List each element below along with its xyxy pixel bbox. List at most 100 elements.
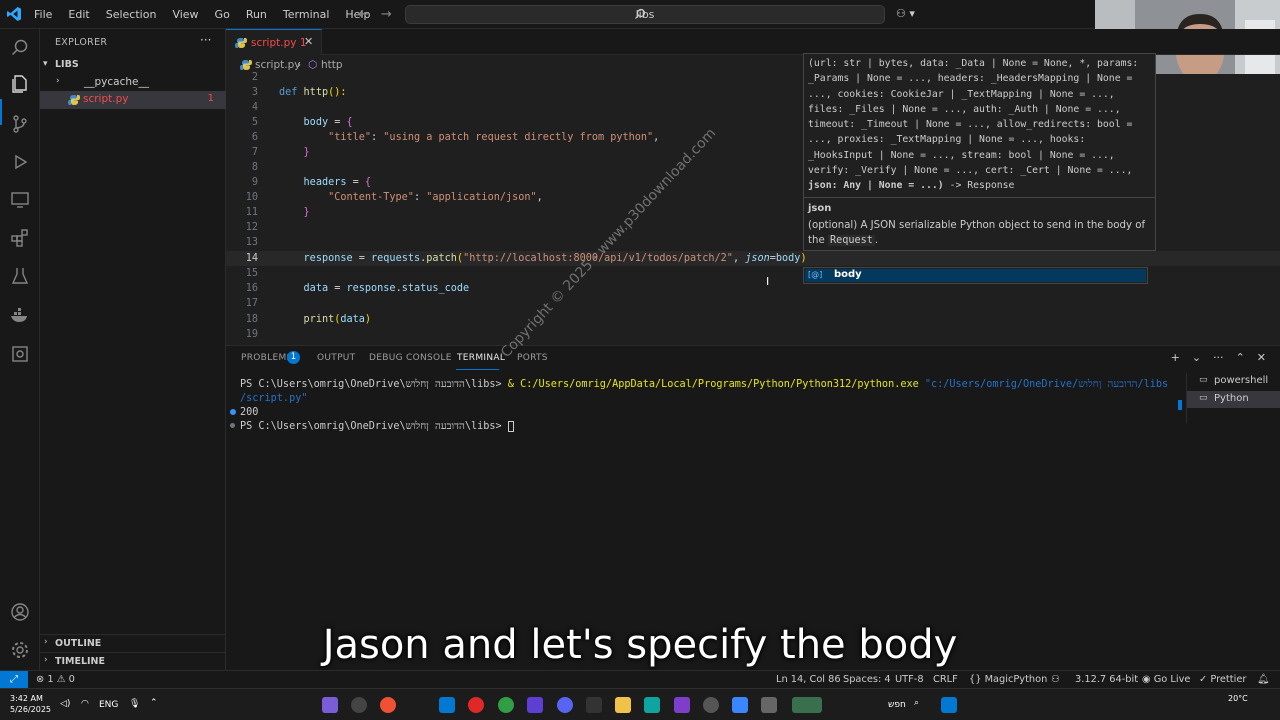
menu-terminal[interactable]: Terminal bbox=[275, 0, 338, 29]
teams-icon[interactable] bbox=[527, 697, 543, 713]
database-icon[interactable] bbox=[9, 343, 31, 365]
tab-label: script.py 1 bbox=[251, 37, 307, 49]
more-actions-icon[interactable]: ··· bbox=[200, 33, 211, 47]
token-variable: status_code bbox=[401, 283, 470, 294]
terminal-output[interactable]: PS C:\Users\omrig\OneDrive\הדובעה ןחלוש\… bbox=[240, 378, 1186, 434]
tab-terminal[interactable]: TERMINAL bbox=[457, 353, 505, 363]
app-icon[interactable] bbox=[322, 697, 338, 713]
app-icon[interactable] bbox=[732, 697, 748, 713]
token-op: , bbox=[732, 253, 740, 264]
go-live-button[interactable]: ◉ Go Live bbox=[1142, 674, 1190, 685]
go-live-label: Go Live bbox=[1153, 674, 1191, 685]
menu-file[interactable]: File bbox=[26, 0, 60, 29]
close-icon[interactable]: ✕ bbox=[1257, 351, 1266, 364]
tree-item-script[interactable]: script.py 1 bbox=[40, 91, 226, 109]
file-explorer-icon[interactable] bbox=[615, 697, 631, 713]
extensions-icon[interactable] bbox=[9, 227, 31, 249]
remote-explorer-icon[interactable] bbox=[9, 189, 31, 211]
tab-output[interactable]: OUTPUT bbox=[317, 353, 355, 363]
indentation-status[interactable]: Spaces: 4 bbox=[843, 674, 891, 685]
windows-start-icon[interactable] bbox=[941, 697, 957, 713]
terminal-item-powershell[interactable]: ▭ powershell bbox=[1187, 373, 1280, 390]
app-icon[interactable] bbox=[644, 697, 660, 713]
token-variable: response bbox=[303, 253, 353, 264]
error-count: 1 bbox=[47, 674, 54, 685]
menu-go[interactable]: Go bbox=[207, 0, 238, 29]
speaker-icon[interactable]: ◁) bbox=[60, 699, 70, 709]
line-number: 13 bbox=[245, 237, 258, 248]
wifi-icon[interactable]: ◠ bbox=[81, 699, 89, 709]
copilot-icon[interactable]: ⚇ ▾ bbox=[896, 7, 915, 20]
prettier-status[interactable]: ✓ Prettier bbox=[1199, 674, 1246, 685]
tab-problems[interactable]: PROBLEMS bbox=[241, 353, 293, 363]
tab-debug-console[interactable]: DEBUG CONSOLE bbox=[369, 353, 452, 363]
forward-arrow-icon[interactable]: → bbox=[381, 7, 392, 22]
run-debug-icon[interactable] bbox=[9, 151, 31, 173]
chevron-up-icon[interactable]: ⌃ bbox=[150, 698, 158, 708]
tree-item-pycache[interactable]: › __pycache__ bbox=[40, 74, 226, 92]
warning-count: 0 bbox=[68, 674, 75, 685]
command-center[interactable]: libs bbox=[405, 5, 885, 24]
chevron-right-icon: › bbox=[56, 76, 60, 86]
line-number: 6 bbox=[251, 132, 258, 143]
account-icon[interactable] bbox=[9, 601, 31, 623]
input-language[interactable]: ENG bbox=[99, 700, 118, 710]
line-number: 18 bbox=[245, 314, 258, 325]
copilot-status-icon[interactable]: ⚇ bbox=[1051, 674, 1060, 685]
explorer-icon[interactable] bbox=[9, 73, 31, 95]
taskbar-clock[interactable]: 3:42 AM 5/26/2025 bbox=[10, 693, 51, 715]
media-icon[interactable] bbox=[468, 697, 484, 713]
docker-icon[interactable] bbox=[9, 305, 31, 327]
more-actions-icon[interactable]: ··· bbox=[1213, 351, 1224, 364]
suggestion-widget: [@] body bbox=[803, 267, 1148, 284]
terminal-line: /script.py" bbox=[240, 393, 308, 404]
visual-studio-icon[interactable] bbox=[674, 697, 690, 713]
taskbar-search-label[interactable]: חפש bbox=[888, 700, 906, 710]
microphone-icon[interactable]: 🎙︎ bbox=[129, 699, 140, 709]
chatgpt-icon[interactable] bbox=[703, 697, 719, 713]
python-interpreter[interactable]: 3.12.7 64-bit bbox=[1075, 674, 1138, 685]
menu-selection[interactable]: Selection bbox=[98, 0, 165, 29]
search-icon[interactable]: ⌕ bbox=[914, 698, 919, 708]
chrome-icon[interactable] bbox=[498, 697, 514, 713]
tab-ports[interactable]: PORTS bbox=[517, 353, 548, 363]
vscode-taskbar-icon[interactable] bbox=[439, 697, 455, 713]
add-terminal-icon[interactable]: + bbox=[1171, 351, 1180, 364]
python-file-icon bbox=[68, 95, 80, 105]
tab-script-py[interactable]: script.py 1 ✕ bbox=[226, 29, 322, 55]
suggestion-item[interactable]: [@] body bbox=[805, 269, 1146, 282]
language-mode[interactable]: {} MagicPython bbox=[969, 674, 1047, 685]
back-arrow-icon[interactable]: ← bbox=[358, 7, 369, 22]
menu-edit[interactable]: Edit bbox=[60, 0, 97, 29]
github-desktop-icon[interactable] bbox=[351, 697, 367, 713]
widgets-icon[interactable] bbox=[792, 697, 822, 713]
close-icon[interactable]: ✕ bbox=[304, 35, 313, 48]
token-punct: } bbox=[303, 207, 310, 218]
testing-icon[interactable] bbox=[9, 265, 31, 287]
encoding-status[interactable]: UTF-8 bbox=[895, 674, 924, 685]
maximize-panel-icon[interactable]: ⌃ bbox=[1236, 351, 1245, 364]
terminal-app-icon[interactable] bbox=[586, 697, 602, 713]
menu-view[interactable]: View bbox=[164, 0, 206, 29]
workspace-root[interactable]: ▾ LIBS bbox=[40, 57, 226, 75]
discord-icon[interactable] bbox=[557, 697, 573, 713]
search-icon[interactable] bbox=[9, 37, 31, 59]
suggestion-label: body bbox=[834, 269, 862, 280]
token-variable: data bbox=[303, 283, 329, 294]
weather-widget[interactable]: 20°C bbox=[1228, 694, 1248, 703]
git-icon[interactable] bbox=[380, 697, 396, 713]
eol-status[interactable]: CRLF bbox=[933, 674, 958, 685]
scrollbar[interactable] bbox=[1178, 400, 1182, 410]
menu-run[interactable]: Run bbox=[238, 0, 275, 29]
line-number: 17 bbox=[245, 298, 258, 309]
task-view-icon[interactable] bbox=[761, 697, 777, 713]
terminal-item-python[interactable]: ▭ Python bbox=[1187, 391, 1280, 408]
source-control-icon[interactable] bbox=[9, 113, 31, 135]
token-function: print bbox=[303, 314, 335, 325]
problems-status[interactable]: ⊗ 1 ⚠ 0 bbox=[36, 674, 75, 685]
cursor-position[interactable]: Ln 14, Col 86 bbox=[776, 674, 841, 685]
notifications-icon[interactable]: 🔔︎ bbox=[1257, 674, 1269, 685]
remote-indicator-icon[interactable]: ⤢ bbox=[0, 671, 28, 689]
chevron-down-icon[interactable]: ⌄ bbox=[1192, 351, 1201, 364]
